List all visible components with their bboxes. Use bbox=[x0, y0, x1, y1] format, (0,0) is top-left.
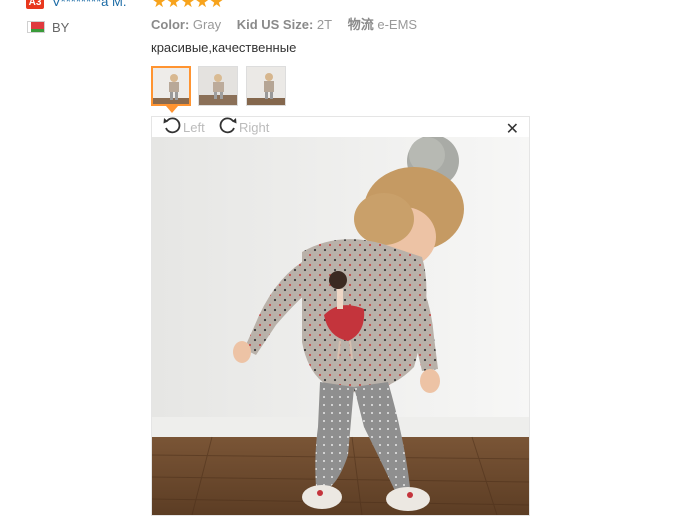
close-icon[interactable]: ✕ bbox=[506, 119, 519, 139]
avatar: A3 bbox=[26, 0, 44, 9]
image-viewer: Left Right ✕ bbox=[151, 116, 530, 516]
attr-shipping-key: 物流 bbox=[347, 17, 374, 32]
rotate-left-label: Left bbox=[183, 119, 205, 135]
review-photo bbox=[152, 137, 529, 515]
review-thumbnail[interactable] bbox=[151, 66, 191, 106]
flag-icon bbox=[27, 21, 45, 33]
rotate-left-button[interactable]: Left bbox=[162, 117, 205, 137]
attr-color-value: Gray bbox=[192, 17, 222, 32]
thumbnail-pointer bbox=[166, 106, 178, 113]
rotate-right-label: Right bbox=[239, 119, 270, 135]
feedback-text: красивые,качественные bbox=[151, 40, 297, 55]
rotate-right-icon bbox=[218, 115, 238, 139]
rating-stars: ★★★★★ bbox=[152, 0, 224, 11]
reviewer-name[interactable]: V********a M. bbox=[52, 0, 126, 9]
review-thumbnail[interactable] bbox=[198, 66, 238, 106]
rotate-left-icon bbox=[162, 115, 182, 139]
review-thumbnail[interactable] bbox=[246, 66, 286, 106]
attr-size-value: 2T bbox=[316, 17, 333, 32]
order-attributes: Color: Gray Kid US Size: 2T 物流 e-EMS bbox=[151, 14, 429, 33]
attr-shipping-value: e-EMS bbox=[377, 17, 418, 32]
attr-color-key: Color: bbox=[151, 17, 190, 32]
reviewer-country: BY bbox=[52, 20, 70, 35]
viewer-toolbar: Left Right ✕ bbox=[152, 117, 529, 139]
attr-size-key: Kid US Size: bbox=[236, 17, 314, 32]
rotate-right-button[interactable]: Right bbox=[218, 117, 269, 137]
